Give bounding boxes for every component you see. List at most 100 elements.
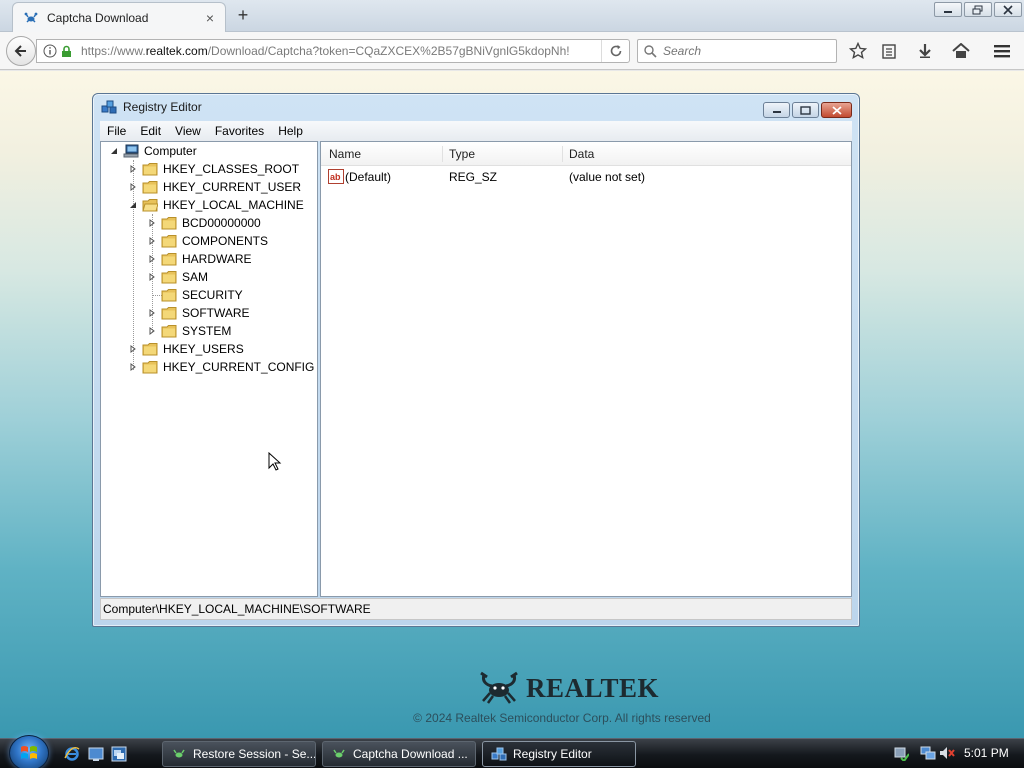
realtek-crab-icon (333, 749, 345, 758)
search-box[interactable] (637, 39, 837, 63)
computer-icon (123, 144, 139, 158)
regedit-close-button[interactable] (821, 102, 852, 118)
tree-node-system[interactable]: SYSTEM (147, 322, 231, 340)
expand-arrow-icon[interactable] (147, 308, 157, 318)
collapse-arrow-icon[interactable] (109, 146, 119, 156)
tree-label: HKEY_CURRENT_CONFIG (163, 360, 315, 374)
back-button[interactable] (6, 36, 36, 66)
tree-node-software[interactable]: SOFTWARE (147, 304, 250, 322)
tree-node-hkey-users[interactable]: HKEY_USERS (128, 340, 244, 358)
expand-arrow-icon[interactable] (128, 362, 138, 372)
switch-windows-icon[interactable] (111, 746, 127, 762)
tree-node-hkey-local-machine[interactable]: HKEY_LOCAL_MACHINE (128, 196, 304, 214)
realtek-crab-icon (173, 749, 185, 758)
regedit-maximize-button[interactable] (792, 102, 819, 118)
menu-file[interactable]: File (100, 124, 133, 138)
folder-icon (161, 253, 177, 266)
expand-arrow-icon[interactable] (128, 164, 138, 174)
column-separator[interactable] (562, 146, 563, 162)
value-row-default[interactable]: ab (Default) REG_SZ (value not set) (321, 168, 851, 186)
site-info-icon[interactable] (41, 44, 59, 58)
tree-node-components[interactable]: COMPONENTS (147, 232, 268, 250)
realtek-crab-icon (480, 671, 518, 704)
tree-node-sam[interactable]: SAM (147, 268, 208, 286)
home-button[interactable] (951, 41, 971, 61)
browser-close-button[interactable] (994, 2, 1022, 17)
volume-muted-icon[interactable] (939, 745, 955, 761)
lock-icon (61, 45, 75, 58)
folder-icon (142, 181, 158, 194)
regedit-minimize-button[interactable] (763, 102, 790, 118)
tab-close-icon[interactable]: × (203, 10, 217, 26)
column-name[interactable]: Name (329, 147, 361, 161)
tree-node-hkey-current-config[interactable]: HKEY_CURRENT_CONFIG (128, 358, 314, 376)
reload-button[interactable] (601, 40, 629, 62)
value-data: (value not set) (569, 170, 646, 184)
expand-arrow-icon[interactable] (147, 326, 157, 336)
expand-arrow-icon[interactable] (128, 344, 138, 354)
tree-node-hkey-classes-root[interactable]: HKEY_CLASSES_ROOT (128, 160, 299, 178)
tree-label: Computer (144, 144, 197, 158)
taskbar-clock[interactable]: 5:01 PM (964, 746, 1009, 760)
network-icon[interactable] (920, 745, 936, 761)
url-text: https://www.realtek.com/Download/Captcha… (81, 44, 601, 58)
start-button[interactable] (9, 735, 49, 768)
taskbar-restore-session[interactable]: Restore Session - Se... (162, 741, 316, 767)
folder-icon (161, 289, 177, 302)
safely-remove-hardware-icon[interactable] (893, 745, 909, 761)
tree-label: HKEY_USERS (163, 342, 244, 356)
regedit-title-bar[interactable]: Registry Editor (93, 94, 859, 120)
collapse-arrow-icon[interactable] (128, 200, 138, 210)
tree-node-bcd00000000[interactable]: BCD00000000 (147, 214, 261, 232)
menu-edit[interactable]: Edit (133, 124, 168, 138)
reload-icon (610, 45, 621, 57)
tree-node-hardware[interactable]: HARDWARE (147, 250, 252, 268)
reading-list-button[interactable] (879, 41, 899, 61)
menu-view[interactable]: View (168, 124, 208, 138)
show-desktop-icon[interactable] (88, 746, 104, 762)
registry-tree-pane[interactable]: Computer HKEY_CLASSES_ROOT HKEY_CURRENT_… (100, 141, 318, 597)
expand-arrow-icon[interactable] (147, 272, 157, 282)
search-input[interactable] (663, 44, 823, 58)
registry-values-pane[interactable]: Name Type Data ab (Default) REG_SZ (valu… (320, 141, 852, 597)
tree-node-security[interactable]: SECURITY (147, 286, 243, 304)
string-value-ab-icon: ab (328, 169, 344, 184)
browser-restore-button[interactable] (964, 2, 992, 17)
internet-explorer-icon[interactable] (64, 746, 80, 762)
download-arrow-icon (919, 44, 931, 58)
restore-icon (972, 5, 983, 14)
expand-arrow-icon[interactable] (128, 182, 138, 192)
downloads-button[interactable] (915, 41, 935, 61)
expand-arrow-icon[interactable] (147, 218, 157, 228)
url-domain: realtek.com (145, 44, 208, 58)
column-type[interactable]: Type (449, 147, 475, 161)
menu-help[interactable]: Help (271, 124, 310, 138)
browser-minimize-button[interactable] (934, 2, 962, 17)
folder-icon (161, 271, 177, 284)
minimize-icon (772, 111, 781, 113)
tree-label: HARDWARE (182, 252, 252, 266)
tree-node-computer[interactable]: Computer (109, 142, 197, 160)
menu-favorites[interactable]: Favorites (208, 124, 271, 138)
home-icon (952, 43, 970, 58)
browser-nav-bar: https://www.realtek.com/Download/Captcha… (0, 32, 1024, 70)
taskbar-registry-editor[interactable]: Registry Editor (482, 741, 636, 767)
search-icon (644, 44, 657, 58)
bookmark-star-button[interactable] (848, 41, 868, 61)
windows-taskbar: Restore Session - Se... Captcha Download… (0, 735, 1024, 768)
address-bar[interactable]: https://www.realtek.com/Download/Captcha… (36, 39, 630, 63)
regedit-title: Registry Editor (123, 100, 202, 114)
tree-node-hkey-current-user[interactable]: HKEY_CURRENT_USER (128, 178, 301, 196)
menu-button[interactable] (992, 41, 1012, 61)
taskbar-captcha-download[interactable]: Captcha Download ... (322, 741, 476, 767)
new-tab-button[interactable]: + (232, 6, 254, 26)
expand-arrow-icon[interactable] (147, 236, 157, 246)
expand-arrow-icon[interactable] (147, 254, 157, 264)
tab-captcha-download[interactable]: Captcha Download × (12, 2, 226, 32)
column-separator[interactable] (442, 146, 443, 162)
tree-label: SOFTWARE (182, 306, 250, 320)
clipboard-list-icon (882, 44, 896, 59)
taskbar-button-label: Restore Session - Se... (193, 747, 316, 761)
column-data[interactable]: Data (569, 147, 594, 161)
